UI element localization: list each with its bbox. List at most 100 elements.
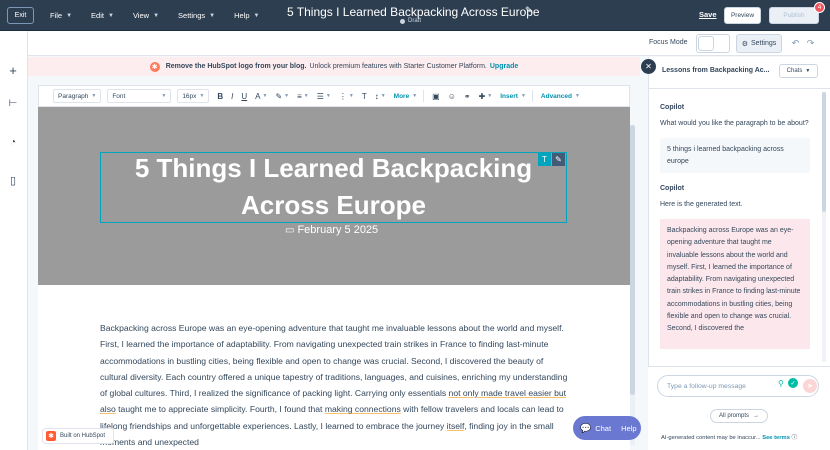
chevron-down-icon: ▼ bbox=[66, 12, 73, 19]
font-select[interactable]: Font ▼ bbox=[107, 89, 172, 103]
banner-bold-text: Remove the HubSpot logo from your blog. bbox=[165, 63, 307, 70]
bold-icon[interactable]: B bbox=[217, 92, 223, 101]
save-button[interactable]: Save bbox=[699, 10, 717, 19]
numbered-list-icon[interactable]: ⋮ ▼ bbox=[339, 92, 354, 101]
built-on-hubspot-badge[interactable]: ✱ Built on HubSpot bbox=[42, 428, 114, 444]
left-rail: + ⊢ ◔ ▯ bbox=[0, 31, 28, 450]
menu-edit[interactable]: Edit ▼ bbox=[91, 11, 114, 20]
panel-scrollbar[interactable] bbox=[822, 92, 826, 362]
assistant-icon[interactable]: ✓ bbox=[788, 378, 798, 388]
text-color-icon[interactable]: A ▼ bbox=[255, 92, 267, 101]
hubspot-sprocket-icon: ✱ bbox=[149, 61, 160, 72]
upgrade-banner: ✱ Remove the HubSpot logo from your blog… bbox=[28, 57, 640, 76]
notification-badge: 4 bbox=[814, 2, 825, 13]
all-prompts-button[interactable]: All prompts → bbox=[710, 409, 768, 423]
menu-settings-label: Settings bbox=[178, 11, 206, 20]
align-icon[interactable]: ≡ ▼ bbox=[297, 92, 309, 101]
chevron-down-icon: ▼ bbox=[253, 12, 260, 19]
focus-mode-toggle[interactable] bbox=[696, 34, 730, 53]
add-icon[interactable]: + bbox=[6, 63, 20, 78]
arrow-right-icon: → bbox=[753, 413, 759, 419]
menu-help-label: Help bbox=[234, 11, 250, 20]
see-terms-link[interactable]: See terms bbox=[762, 435, 790, 441]
edit-pencil-icon[interactable]: ✎ bbox=[552, 153, 565, 166]
publish-button[interactable]: Publish bbox=[769, 7, 819, 24]
chat-label[interactable]: Chat bbox=[595, 424, 611, 433]
chevron-down-icon: ▼ bbox=[91, 93, 97, 99]
ai-disclaimer: AI-generated content may be inaccur... S… bbox=[661, 432, 797, 441]
built-on-label: Built on HubSpot bbox=[60, 433, 106, 439]
message-sender: Copilot bbox=[660, 185, 685, 192]
underline-icon[interactable]: U bbox=[241, 92, 247, 101]
toolbar-divider bbox=[531, 90, 533, 102]
more-menu[interactable]: More ▼ bbox=[394, 93, 417, 100]
scrollbar-thumb[interactable] bbox=[630, 125, 635, 395]
menu-view[interactable]: View ▼ bbox=[133, 11, 159, 20]
advanced-menu[interactable]: Advanced ▼ bbox=[541, 93, 580, 100]
chats-dropdown[interactable]: Chats ▼ bbox=[779, 64, 818, 78]
status-label: Draft bbox=[408, 18, 422, 24]
scrollbar-thumb[interactable] bbox=[822, 92, 826, 212]
preview-button[interactable]: Preview bbox=[724, 7, 761, 24]
italic-icon[interactable]: I bbox=[231, 92, 233, 101]
close-panel-icon[interactable]: ✕ bbox=[641, 59, 656, 74]
all-prompts-label: All prompts bbox=[718, 413, 749, 419]
grammar-suggestion[interactable]: itself bbox=[447, 421, 465, 431]
focus-mode-label: Focus Mode bbox=[649, 39, 688, 46]
generated-text[interactable]: Backpacking across Europe was an eye-ope… bbox=[660, 219, 810, 349]
menu-help[interactable]: Help ▼ bbox=[234, 11, 259, 20]
editor-scrollbar[interactable] bbox=[630, 125, 635, 445]
text-type-icon[interactable]: T bbox=[538, 153, 551, 166]
grammar-suggestion[interactable]: making connections bbox=[325, 404, 401, 414]
body-segment: taught me to appreciate simplicity. Four… bbox=[115, 404, 325, 415]
status-dot bbox=[400, 18, 405, 24]
font-size-select[interactable]: 16px ▼ bbox=[177, 89, 210, 103]
post-body[interactable]: Backpacking across Europe was an eye-ope… bbox=[100, 320, 568, 450]
chat-help-widget[interactable]: 💬 Chat Help bbox=[573, 416, 641, 440]
optimize-icon[interactable]: ◔ bbox=[6, 135, 20, 149]
chats-label: Chats bbox=[786, 68, 803, 74]
link-icon[interactable]: ⚭ bbox=[464, 92, 471, 101]
copilot-question: What would you like the paragraph to be … bbox=[660, 119, 809, 127]
upgrade-link[interactable]: Upgrade bbox=[490, 63, 518, 70]
highlight-icon[interactable]: ✎ ▼ bbox=[275, 92, 289, 101]
post-title[interactable]: 5 Things I Learned Backpacking Across Eu… bbox=[100, 150, 567, 224]
help-label[interactable]: Help bbox=[621, 424, 636, 433]
insert-plus-icon[interactable]: ✚ ▼ bbox=[479, 92, 493, 101]
toolbar-divider bbox=[423, 90, 425, 102]
image-icon[interactable]: ▣ bbox=[432, 92, 440, 101]
chat-messages: Copilot What would you like the paragrap… bbox=[660, 92, 810, 349]
exit-button[interactable]: Exit bbox=[7, 7, 34, 24]
banner-text: Unlock premium features with Starter Cus… bbox=[309, 63, 487, 70]
location-pin-icon[interactable]: ⚲ bbox=[778, 379, 784, 388]
page-icon[interactable]: ▯ bbox=[6, 173, 20, 187]
post-date: ▭ February 5 2025 bbox=[285, 224, 378, 236]
chevron-down-icon: ▼ bbox=[107, 12, 114, 19]
edit-title-icon[interactable]: ✎ bbox=[525, 5, 533, 16]
undo-icon[interactable]: ↶ bbox=[788, 35, 803, 52]
chevron-down-icon: ▼ bbox=[209, 12, 216, 19]
insert-menu[interactable]: Insert ▼ bbox=[500, 93, 526, 100]
redo-icon[interactable]: ↷ bbox=[803, 35, 818, 52]
info-icon[interactable]: ⓘ bbox=[792, 435, 798, 441]
editor-app: Exit File ▼ Edit ▼ View ▼ Settings ▼ Help ▼ 5… bbox=[0, 0, 830, 450]
settings-button[interactable]: ⚙ Settings bbox=[736, 34, 782, 53]
bulleted-list-icon[interactable]: ☰ ▼ bbox=[317, 92, 331, 101]
menu-bar: File ▼ Edit ▼ View ▼ Settings ▼ Help ▼ bbox=[50, 0, 278, 31]
font-size-label: 16px bbox=[182, 92, 197, 100]
emoji-icon[interactable]: ☺ bbox=[448, 92, 456, 101]
more-label: More bbox=[393, 92, 410, 100]
menu-settings[interactable]: Settings ▼ bbox=[178, 11, 215, 20]
rich-text-toolbar: Paragraph ▼ Font ▼ 16px ▼ B I U A ▼ ✎ ▼ ≡ ▼ ☰ ▼… bbox=[38, 85, 630, 107]
clear-format-icon[interactable]: T bbox=[362, 92, 367, 101]
send-icon[interactable]: ➤ bbox=[803, 379, 817, 393]
menu-file[interactable]: File ▼ bbox=[50, 11, 72, 20]
top-bar: Exit File ▼ Edit ▼ View ▼ Settings ▼ Help ▼ 5… bbox=[0, 0, 830, 31]
chevron-down-icon: ▼ bbox=[805, 68, 811, 74]
document-title[interactable]: 5 Things I Learned Backpacking Across Eu… bbox=[287, 5, 540, 19]
structure-icon[interactable]: ⊢ bbox=[6, 96, 20, 110]
toggle-knob bbox=[698, 36, 714, 51]
line-height-icon[interactable]: ↕ ▼ bbox=[375, 92, 386, 101]
paragraph-select[interactable]: Paragraph ▼ bbox=[53, 89, 102, 103]
chevron-down-icon: ▼ bbox=[412, 93, 418, 99]
